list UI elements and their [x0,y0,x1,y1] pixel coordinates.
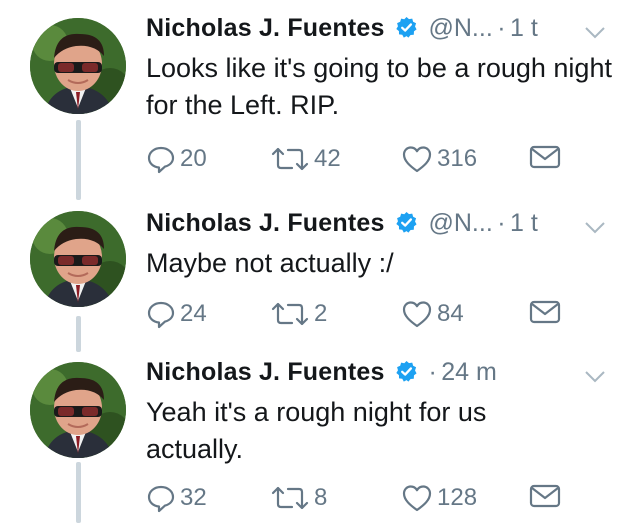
like-icon [402,485,432,512]
tweet-text: Yeah it's a rough night for us actually. [146,397,487,464]
tweet-actions: 20 42 316 [146,144,566,176]
retweet-icon [271,486,309,510]
separator-dot: · [428,358,437,386]
message-icon [529,484,561,508]
tweet-actions: 24 2 84 [146,299,566,331]
handle[interactable]: @N... [429,209,493,237]
retweet-count: 2 [314,300,328,327]
chevron-down-icon[interactable] [584,370,606,384]
tweet[interactable]: Nicholas J. Fuentes @N... · 1 t Looks li… [0,0,640,190]
retweet-button[interactable]: 42 [270,144,341,174]
tweet[interactable]: Nicholas J. Fuentes @N... · 1 t Maybe no… [0,195,640,345]
message-button[interactable] [529,144,561,170]
message-button[interactable] [529,299,561,325]
reply-button[interactable]: 24 [146,299,207,329]
like-count: 128 [437,484,478,511]
display-name[interactable]: Nicholas J. Fuentes [146,209,385,237]
avatar-image [30,18,126,114]
reply-icon [147,301,175,329]
display-name[interactable]: Nicholas J. Fuentes [146,358,385,386]
like-count: 316 [437,145,478,172]
verified-badge-icon [396,360,417,382]
like-button[interactable]: 128 [401,483,477,513]
tweet-text: Looks like it's going to be a rough nigh… [146,53,612,120]
chevron-down-icon[interactable] [584,221,606,235]
reply-button[interactable]: 20 [146,144,207,174]
timestamp[interactable]: 24 m [441,358,497,386]
retweet-count: 8 [314,484,328,511]
separator-dot: · [497,209,506,237]
like-button[interactable]: 316 [401,144,477,174]
timestamp[interactable]: 1 t [510,14,538,42]
avatar-image [30,362,126,458]
timestamp[interactable]: 1 t [510,209,538,237]
like-icon [402,146,432,173]
like-icon [402,301,432,328]
handle[interactable]: @N... [429,14,493,42]
tweet-text: Maybe not actually :/ [146,248,394,278]
message-icon [529,300,561,324]
retweet-count: 42 [314,145,341,172]
message-icon [529,145,561,169]
retweet-button[interactable]: 2 [270,299,327,329]
reply-icon [147,146,175,174]
reply-button[interactable]: 32 [146,483,207,513]
retweet-icon [271,147,309,171]
retweet-button[interactable]: 8 [270,483,327,513]
message-button[interactable] [529,483,561,509]
separator-dot: · [497,14,506,42]
reply-icon [147,485,175,513]
avatar[interactable] [30,18,126,114]
avatar-image [30,211,126,307]
like-button[interactable]: 84 [401,299,464,329]
display-name[interactable]: Nicholas J. Fuentes [146,14,385,42]
tweet-header: Nicholas J. Fuentes · 24 m [146,358,497,387]
verified-badge-icon [396,211,417,233]
reply-count: 24 [180,300,207,327]
retweet-icon [271,302,309,326]
reply-count: 32 [180,484,207,511]
avatar[interactable] [30,362,126,458]
verified-badge-icon [396,16,417,38]
like-count: 84 [437,300,464,327]
reply-count: 20 [180,145,207,172]
avatar[interactable] [30,211,126,307]
tweet-header: Nicholas J. Fuentes @N... · 1 t [146,209,538,238]
tweet-header: Nicholas J. Fuentes @N... · 1 t [146,14,538,43]
tweet[interactable]: Nicholas J. Fuentes · 24 m Yeah it's a r… [0,352,640,523]
chevron-down-icon[interactable] [584,26,606,40]
tweet-actions: 32 8 128 [146,483,566,515]
